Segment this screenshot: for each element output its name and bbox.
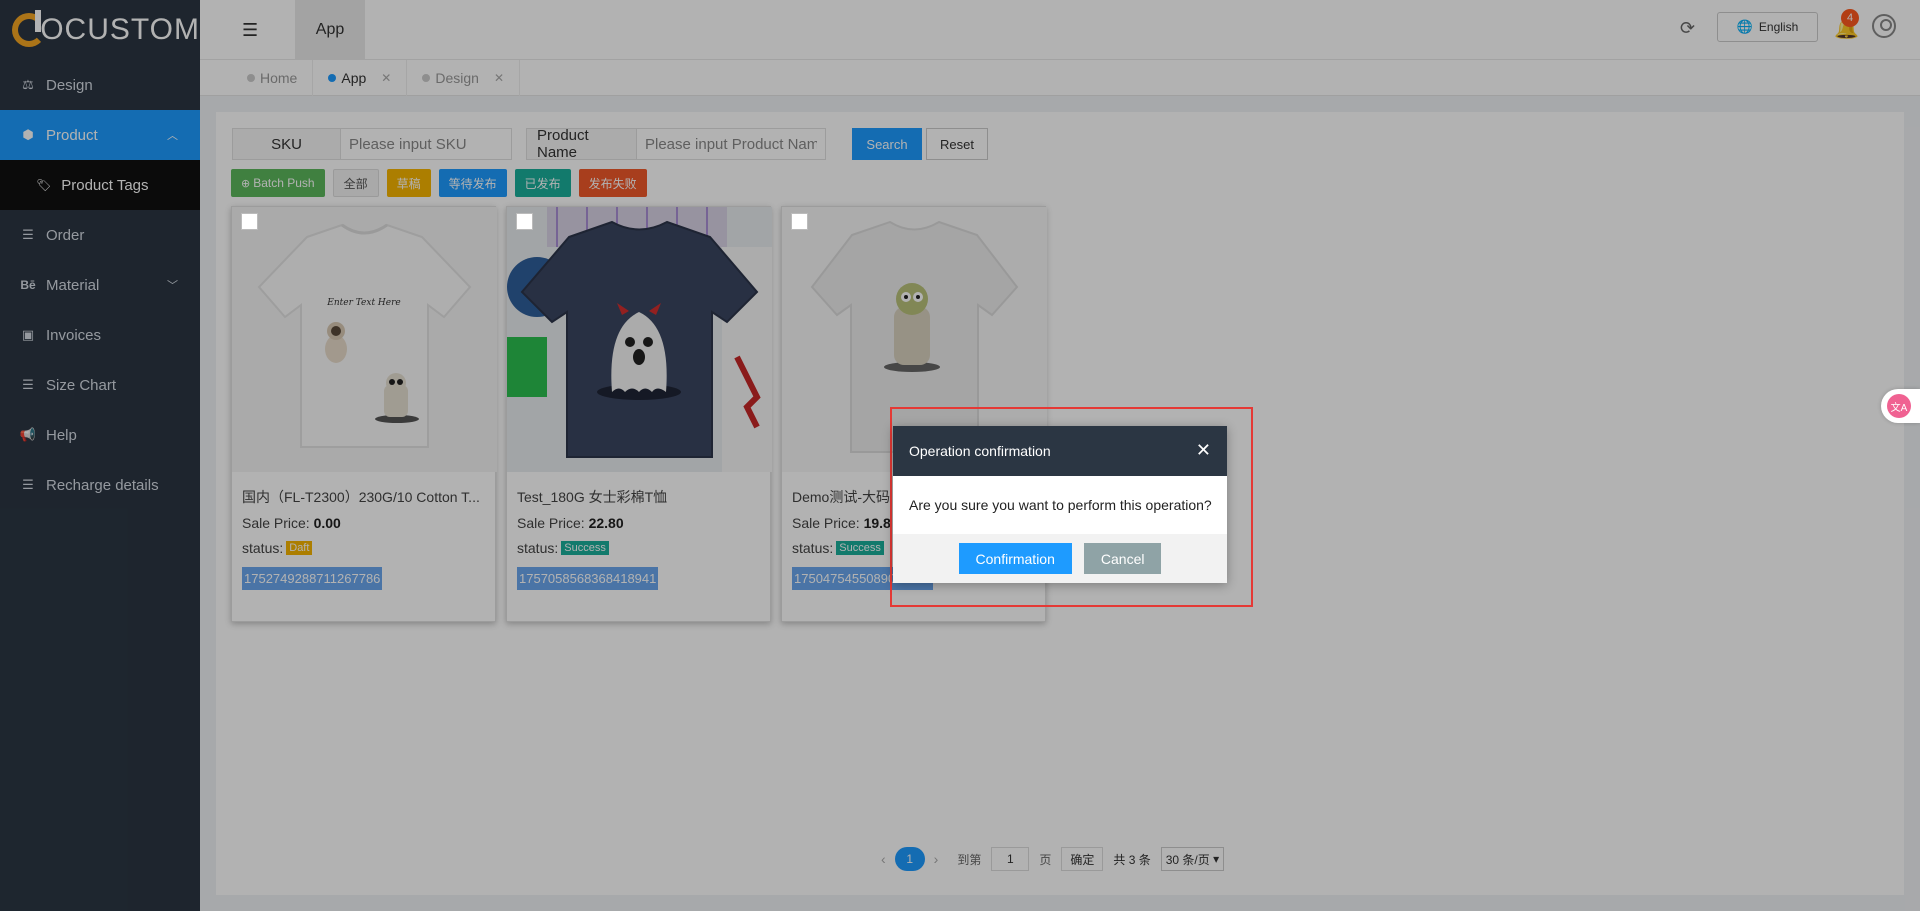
confirm-dialog: Operation confirmation ✕ Are you sure yo… bbox=[893, 426, 1227, 583]
close-icon[interactable]: ✕ bbox=[1196, 440, 1211, 461]
dialog-message: Are you sure you want to perform this op… bbox=[909, 497, 1212, 513]
cancel-button[interactable]: Cancel bbox=[1083, 543, 1162, 574]
dialog-header: Operation confirmation ✕ bbox=[893, 426, 1227, 476]
translate-icon: 文A bbox=[1887, 394, 1911, 418]
translate-button[interactable]: 文A bbox=[1881, 389, 1920, 423]
dialog-footer: Confirmation Cancel bbox=[893, 534, 1227, 583]
select-checkbox[interactable] bbox=[516, 213, 533, 230]
dialog-title: Operation confirmation bbox=[909, 443, 1051, 459]
select-checkbox[interactable] bbox=[791, 213, 808, 230]
select-checkbox[interactable] bbox=[241, 213, 258, 230]
confirmation-button[interactable]: Confirmation bbox=[958, 543, 1072, 574]
